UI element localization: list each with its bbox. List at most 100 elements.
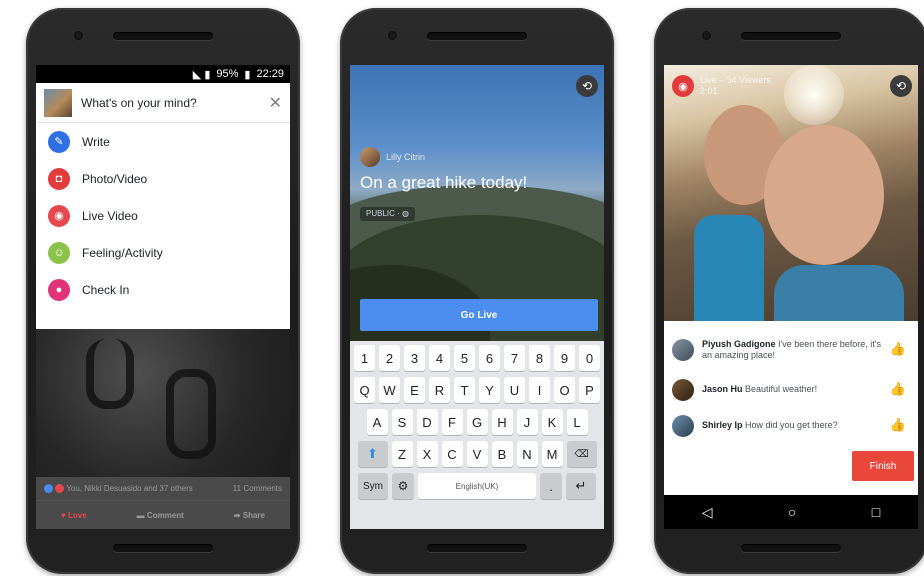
- reaction-people: You, Nikki Desuasido and 37 others: [44, 484, 193, 494]
- phone-1-screen: ◣ ▮ 95% ▮ 22:29 What's on your mind? ✕ ✎…: [36, 65, 290, 529]
- enter-arrow-icon[interactable]: ↵: [566, 473, 596, 499]
- comment-button[interactable]: ▬ Comment: [137, 511, 184, 520]
- key[interactable]: 0: [579, 345, 600, 371]
- avatar: [672, 415, 694, 437]
- key[interactable]: I: [529, 377, 550, 403]
- close-icon[interactable]: ✕: [269, 93, 282, 113]
- key[interactable]: L: [566, 409, 588, 435]
- key[interactable]: V: [466, 441, 488, 467]
- key[interactable]: 6: [479, 345, 500, 371]
- author-row: Lilly Citrin: [360, 147, 425, 167]
- key[interactable]: J: [516, 409, 538, 435]
- key[interactable]: H: [491, 409, 513, 435]
- recents-icon[interactable]: □: [872, 504, 880, 520]
- comment-author: Shirley Ip: [702, 420, 743, 430]
- live-description[interactable]: On a great hike today!: [360, 173, 527, 193]
- thumbs-up-icon[interactable]: 👍: [890, 341, 906, 357]
- sym-key[interactable]: Sym: [358, 473, 388, 499]
- top-speaker: [741, 32, 841, 40]
- key[interactable]: 9: [554, 345, 575, 371]
- key[interactable]: R: [429, 377, 450, 403]
- settings-gear-icon[interactable]: ⚙: [392, 473, 414, 499]
- go-live-button[interactable]: Go Live: [360, 299, 598, 331]
- menu-label: Write: [82, 134, 110, 149]
- keyboard-row-middle: A S D F G H J K L: [350, 409, 604, 435]
- menu-label: Feeling/Activity: [82, 245, 163, 260]
- heart-icon: ♥: [61, 510, 66, 520]
- home-icon[interactable]: ○: [788, 504, 796, 520]
- thumbs-up-icon[interactable]: 👍: [890, 417, 906, 433]
- comment-author: Piyush Gadigone: [702, 339, 776, 349]
- space-key[interactable]: English(UK): [418, 473, 536, 499]
- key[interactable]: X: [416, 441, 438, 467]
- finish-button[interactable]: Finish: [852, 451, 914, 481]
- menu-item-feeling-activity[interactable]: ☺ Feeling/Activity: [36, 234, 290, 271]
- privacy-selector[interactable]: PUBLIC · ◍: [360, 207, 416, 221]
- reaction-summary: You, Nikki Desuasido and 37 others 11 Co…: [36, 477, 290, 501]
- composer-prompt[interactable]: What's on your mind?: [81, 96, 269, 110]
- comment-body: Beautiful weather!: [745, 384, 818, 394]
- key[interactable]: G: [466, 409, 488, 435]
- keyboard-row-numbers: 1 2 3 4 5 6 7 8 9 0: [350, 345, 604, 371]
- battery-icon: ▮: [244, 68, 251, 81]
- key[interactable]: Q: [354, 377, 375, 403]
- key[interactable]: 7: [504, 345, 525, 371]
- keyboard-row-top: Q W E R T Y U I O P: [350, 377, 604, 403]
- key[interactable]: Y: [479, 377, 500, 403]
- switch-camera-icon[interactable]: ⟲: [890, 75, 912, 97]
- menu-item-live-video[interactable]: ◉ Live Video: [36, 197, 290, 234]
- key[interactable]: M: [541, 441, 563, 467]
- status-time: 22:29: [256, 68, 284, 80]
- key[interactable]: P: [579, 377, 600, 403]
- pencil-icon: ✎: [48, 130, 70, 153]
- key[interactable]: 5: [454, 345, 475, 371]
- love-button[interactable]: ♥ Love: [61, 511, 87, 520]
- key[interactable]: T: [454, 377, 475, 403]
- action-row: ♥ Love ▬ Comment ➦ Share: [36, 501, 290, 529]
- key[interactable]: W: [379, 377, 400, 403]
- menu-label: Photo/Video: [82, 171, 148, 186]
- share-button[interactable]: ➦ Share: [234, 511, 265, 520]
- top-speaker: [113, 32, 213, 40]
- key[interactable]: K: [541, 409, 563, 435]
- key[interactable]: B: [491, 441, 513, 467]
- keyboard-row-bottom: ⬆ Z X C V B N M ⌫: [350, 441, 604, 467]
- composer[interactable]: What's on your mind? ✕: [36, 83, 290, 123]
- live-timer: 2:01: [700, 86, 718, 96]
- key[interactable]: S: [391, 409, 413, 435]
- key[interactable]: C: [441, 441, 463, 467]
- menu-item-photo-video[interactable]: ◘ Photo/Video: [36, 160, 290, 197]
- key[interactable]: U: [504, 377, 525, 403]
- comment-text: Piyush Gadigone I've been there before, …: [702, 339, 882, 361]
- key[interactable]: 1: [354, 345, 375, 371]
- key[interactable]: 8: [529, 345, 550, 371]
- feed-photo: [36, 329, 290, 477]
- comments-count[interactable]: 11 Comments: [233, 484, 282, 493]
- globe-icon: · ◍: [397, 209, 410, 218]
- thumbs-up-icon[interactable]: 👍: [890, 381, 906, 397]
- viewer-count: 34 Viewers: [726, 75, 771, 85]
- phone-2-screen: ⟲ Lilly Citrin On a great hike today! PU…: [350, 65, 604, 529]
- key[interactable]: N: [516, 441, 538, 467]
- status-bar: ◣ ▮ 95% ▮ 22:29: [36, 65, 290, 83]
- menu-item-write[interactable]: ✎ Write: [36, 123, 290, 160]
- key[interactable]: E: [404, 377, 425, 403]
- period-key[interactable]: .: [540, 473, 562, 499]
- list-item: Shirley Ip How did you get there? 👍: [672, 415, 910, 437]
- key[interactable]: 3: [404, 345, 425, 371]
- key[interactable]: A: [366, 409, 388, 435]
- avatar: [672, 379, 694, 401]
- menu-item-check-in[interactable]: ● Check In: [36, 271, 290, 308]
- key[interactable]: Z: [391, 441, 413, 467]
- key[interactable]: O: [554, 377, 575, 403]
- key[interactable]: 2: [379, 345, 400, 371]
- back-icon[interactable]: ◁: [702, 504, 713, 521]
- key[interactable]: D: [416, 409, 438, 435]
- key[interactable]: 4: [429, 345, 450, 371]
- key[interactable]: F: [441, 409, 463, 435]
- shift-arrow-icon[interactable]: ⬆: [357, 441, 388, 467]
- backspace-icon[interactable]: ⌫: [566, 441, 597, 467]
- android-nav-bar: ◁ ○ □: [664, 495, 918, 529]
- battery-level: 95%: [216, 68, 239, 80]
- switch-camera-icon[interactable]: ⟲: [576, 75, 598, 97]
